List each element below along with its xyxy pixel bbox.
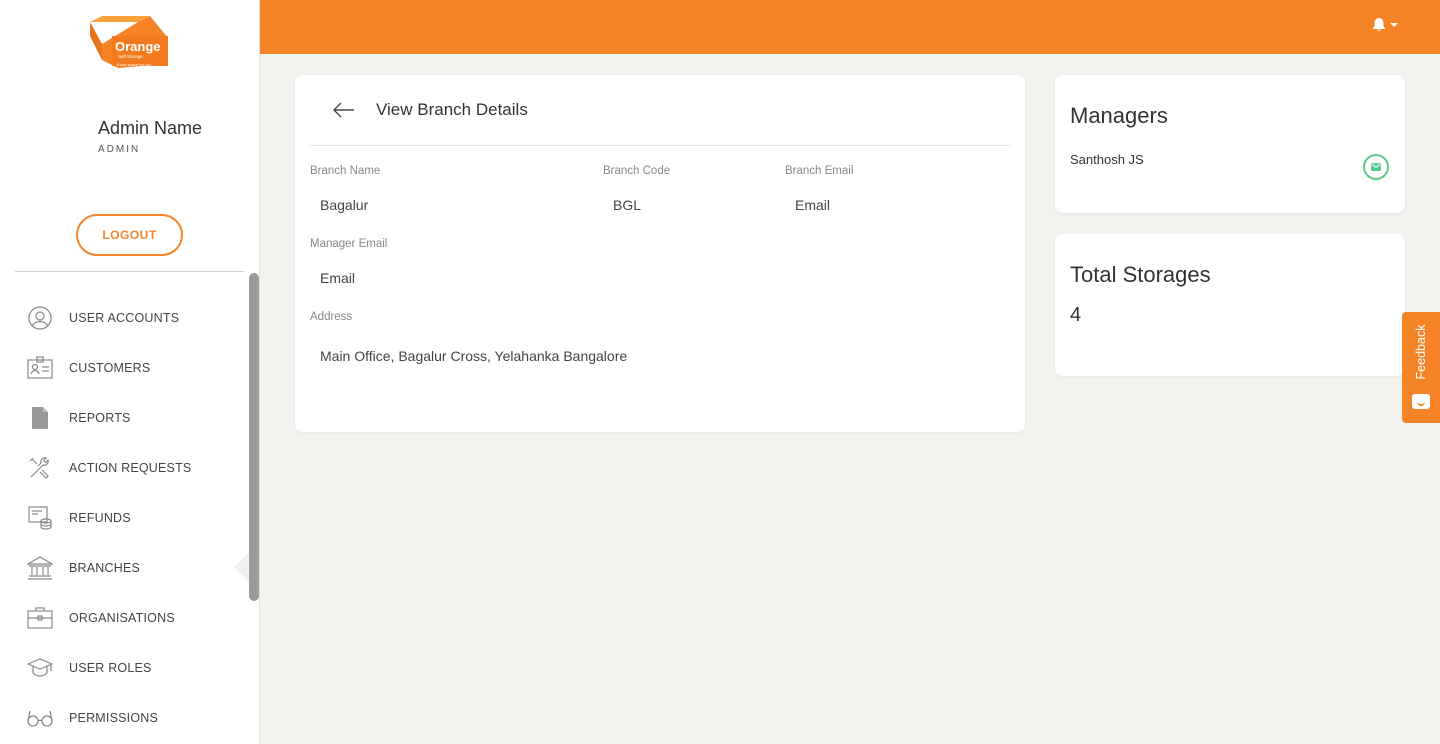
- managers-title: Managers: [1070, 103, 1168, 128]
- sidebar-item-label: USER ROLES: [69, 661, 152, 675]
- id-card-icon: [27, 355, 53, 381]
- manager-email-value: Email: [320, 270, 356, 286]
- sidebar-item-action-requests[interactable]: ACTION REQUESTS: [0, 443, 248, 493]
- admin-name: Admin Name: [98, 118, 203, 138]
- top-header-bar: [260, 0, 1440, 54]
- sidebar-item-label: REFUNDS: [69, 511, 131, 525]
- bell-icon: [1373, 18, 1385, 32]
- branch-name-label: Branch Name: [310, 165, 381, 177]
- page-title: View Branch Details: [376, 100, 528, 119]
- total-storages-card: Total Storages 4: [1055, 234, 1405, 376]
- svg-text:Self Storage: Self Storage: [118, 54, 143, 59]
- active-item-indicator: [234, 552, 249, 582]
- sidebar-item-reports[interactable]: REPORTS: [0, 393, 248, 443]
- admin-role: ADMIN: [98, 144, 141, 155]
- sidebar-item-label: ACTION REQUESTS: [69, 461, 192, 475]
- manager-name: Santhosh JS: [1070, 152, 1144, 167]
- branch-code-label: Branch Code: [603, 165, 671, 177]
- bank-icon: [27, 555, 53, 581]
- sidebar-item-organisations[interactable]: ORGANISATIONS: [0, 593, 248, 643]
- document-icon: [27, 405, 53, 431]
- sidebar-scrollbar[interactable]: [249, 273, 259, 601]
- feedback-label: Feedback: [1414, 324, 1428, 380]
- graduation-cap-icon: [27, 655, 53, 681]
- smile-chat-icon: [1412, 394, 1430, 409]
- sidebar-item-label: REPORTS: [69, 411, 131, 425]
- sidebar: Orange Self Storage Extra space for you …: [0, 0, 260, 744]
- sidebar-item-label: ORGANISATIONS: [69, 611, 175, 625]
- branch-code-value: BGL: [613, 197, 642, 213]
- logout-button[interactable]: LOGOUT: [76, 214, 183, 256]
- sidebar-item-customers[interactable]: CUSTOMERS: [0, 343, 248, 393]
- mail-icon: [1371, 163, 1381, 171]
- sidebar-item-user-roles[interactable]: USER ROLES: [0, 643, 248, 693]
- user-circle-icon: [27, 305, 53, 331]
- total-storages-count: 4: [1070, 304, 1082, 326]
- briefcase-icon: [27, 605, 53, 631]
- svg-text:Extra space for you: Extra space for you: [117, 62, 151, 67]
- orange-self-storage-logo[interactable]: Orange Self Storage Extra space for you: [88, 16, 172, 72]
- back-arrow-icon[interactable]: [332, 101, 356, 119]
- notifications-dropdown[interactable]: [1372, 17, 1398, 32]
- sidebar-item-label: USER ACCOUNTS: [69, 311, 180, 325]
- address-label: Address: [310, 311, 353, 323]
- svg-text:Orange: Orange: [115, 39, 161, 54]
- address-value: Main Office, Bagalur Cross, Yelahanka Ba…: [320, 348, 628, 364]
- chevron-down-icon: [1390, 22, 1398, 27]
- sidebar-item-refunds[interactable]: REFUNDS: [0, 493, 248, 543]
- email-manager-button[interactable]: [1363, 154, 1389, 180]
- sidebar-item-user-accounts[interactable]: USER ACCOUNTS: [0, 293, 248, 343]
- card-divider: [309, 145, 1011, 146]
- sidebar-item-branches[interactable]: BRANCHES: [0, 543, 248, 593]
- branch-email-label: Branch Email: [785, 165, 854, 177]
- refund-icon: [27, 505, 53, 531]
- managers-card: Managers Santhosh JS: [1055, 75, 1405, 213]
- manager-email-label: Manager Email: [310, 238, 388, 250]
- tools-icon: [27, 455, 53, 481]
- sidebar-item-label: PERMISSIONS: [69, 711, 159, 725]
- sidebar-item-permissions[interactable]: PERMISSIONS: [0, 693, 248, 743]
- branch-name-value: Bagalur: [320, 197, 369, 213]
- sidebar-item-label: BRANCHES: [69, 561, 141, 575]
- branch-details-card: View Branch Details Branch Name Bagalur …: [295, 75, 1025, 432]
- sidebar-divider: [15, 271, 244, 272]
- total-storages-title: Total Storages: [1070, 262, 1211, 287]
- feedback-tab[interactable]: Feedback: [1402, 312, 1440, 423]
- glasses-icon: [27, 705, 53, 731]
- sidebar-item-label: CUSTOMERS: [69, 361, 151, 375]
- branch-email-value: Email: [795, 197, 831, 213]
- sidebar-nav: USER ACCOUNTS CUSTOMERS REPORTS ACTION R…: [0, 293, 248, 743]
